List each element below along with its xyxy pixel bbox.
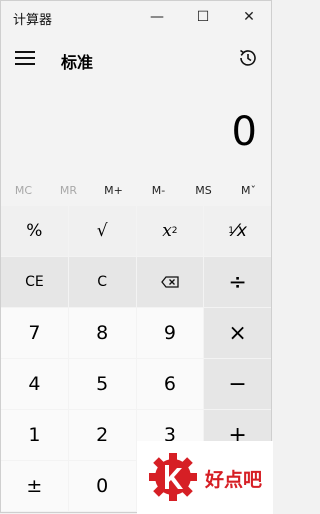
watermark-text: 好点吧	[205, 469, 263, 491]
percent-label: %	[26, 221, 43, 241]
digit-1-button[interactable]: 1	[1, 410, 68, 460]
reciprocal-den-label: ⁄x	[234, 221, 247, 241]
digit-2-label: 2	[96, 424, 109, 446]
title-bar: 计算器 — ☐ ✕	[1, 1, 271, 35]
memory-clear-button[interactable]: MC	[1, 184, 46, 197]
mode-title: 标准	[61, 53, 94, 72]
digit-6-label: 6	[163, 373, 176, 395]
memory-list-button[interactable]: Mˇ	[226, 184, 271, 197]
digit-5-label: 5	[96, 373, 109, 395]
backspace-icon	[161, 276, 179, 288]
divide-label: ÷	[228, 269, 247, 295]
digit-4-button[interactable]: 4	[1, 359, 68, 409]
digit-9-button[interactable]: 9	[136, 308, 204, 358]
digit-8-button[interactable]: 8	[68, 308, 136, 358]
digit-8-label: 8	[96, 322, 109, 344]
clear-button[interactable]: C	[68, 257, 136, 307]
digit-4-label: 4	[28, 373, 41, 395]
digit-2-button[interactable]: 2	[68, 410, 136, 460]
history-icon[interactable]	[237, 47, 259, 69]
memory-row: MC MR M+ M- MS Mˇ	[1, 179, 271, 201]
hamburger-icon[interactable]	[15, 51, 35, 65]
minimize-icon: —	[150, 9, 164, 25]
memory-recall-button[interactable]: MR	[46, 184, 91, 197]
gear-logo-icon	[149, 453, 197, 501]
calculator-header: 标准	[1, 39, 271, 75]
reciprocal-button[interactable]: 1 ⁄x	[204, 206, 271, 256]
multiply-label: ×	[228, 320, 247, 346]
digit-5-button[interactable]: 5	[68, 359, 136, 409]
square-base-label: x	[162, 221, 172, 241]
clear-label: C	[97, 274, 108, 290]
window-title: 计算器	[13, 13, 53, 28]
close-icon: ✕	[243, 9, 255, 25]
clear-entry-button[interactable]: CE	[1, 257, 68, 307]
minimize-button[interactable]: —	[135, 1, 179, 33]
minus-label: −	[228, 371, 247, 397]
maximize-icon: ☐	[196, 9, 210, 25]
digit-0-label: 0	[96, 475, 109, 497]
minus-button[interactable]: −	[204, 359, 271, 409]
negate-button[interactable]: ±	[1, 461, 68, 511]
result-display: 0	[231, 109, 257, 155]
square-exp-label: 2	[171, 226, 178, 236]
multiply-button[interactable]: ×	[204, 308, 271, 358]
sqrt-button[interactable]: √	[68, 206, 136, 256]
close-button[interactable]: ✕	[227, 1, 271, 33]
memory-store-button[interactable]: MS	[181, 184, 226, 197]
digit-0-button[interactable]: 0	[68, 461, 136, 511]
percent-button[interactable]: %	[1, 206, 68, 256]
calculator-window: 计算器 — ☐ ✕ 标准 0 MC MR M+ M- MS Mˇ % √ x 2…	[0, 0, 273, 514]
digit-1-label: 1	[28, 424, 41, 446]
divide-button[interactable]: ÷	[204, 257, 271, 307]
backspace-button[interactable]	[136, 257, 204, 307]
digit-7-button[interactable]: 7	[1, 308, 68, 358]
clear-entry-label: CE	[25, 274, 44, 290]
digit-7-label: 7	[28, 322, 41, 344]
digit-9-label: 9	[163, 322, 176, 344]
digit-6-button[interactable]: 6	[136, 359, 204, 409]
negate-label: ±	[26, 475, 43, 497]
watermark: 好点吧	[137, 441, 273, 514]
memory-subtract-button[interactable]: M-	[136, 184, 181, 197]
square-button[interactable]: x2	[136, 206, 204, 256]
sqrt-label: √	[96, 221, 108, 241]
memory-add-button[interactable]: M+	[91, 184, 136, 197]
maximize-button[interactable]: ☐	[181, 1, 225, 33]
